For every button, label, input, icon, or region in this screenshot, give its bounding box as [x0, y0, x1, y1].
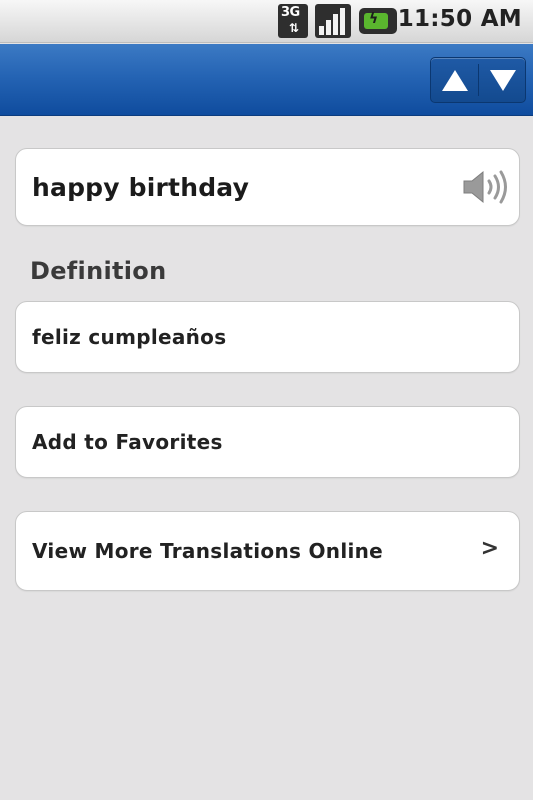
- view-more-translations-label: View More Translations Online: [32, 539, 384, 563]
- entry-navigation: [430, 57, 526, 103]
- definition-text: feliz cumpleaños: [32, 325, 227, 349]
- 3g-data-icon: 3G ⇅: [278, 4, 308, 38]
- phrase-card: happy birthday: [15, 148, 520, 226]
- network-type-label: 3G: [281, 5, 300, 20]
- add-to-favorites-button[interactable]: Add to Favorites: [15, 406, 520, 478]
- status-time: 11:50 AM: [397, 6, 522, 32]
- phrase-text: happy birthday: [32, 172, 250, 202]
- add-to-favorites-label: Add to Favorites: [32, 430, 223, 454]
- triangle-down-icon: [489, 69, 516, 91]
- chevron-right-icon: >: [480, 536, 499, 561]
- definition-card: feliz cumpleaños: [15, 301, 520, 373]
- view-more-translations-button[interactable]: View More Translations Online >: [15, 511, 520, 591]
- next-entry-button[interactable]: [479, 58, 526, 102]
- previous-entry-button[interactable]: [431, 58, 478, 102]
- battery-charging-icon: ϟ: [359, 8, 397, 34]
- data-activity-arrows: ⇅: [289, 21, 299, 35]
- speaker-icon[interactable]: [461, 169, 509, 205]
- signal-strength-icon: [315, 4, 351, 38]
- triangle-up-icon: [441, 69, 468, 91]
- title-bar: [0, 44, 533, 116]
- status-bar: 3G ⇅ ϟ 11:50 AM: [0, 0, 533, 43]
- definition-heading: Definition: [30, 257, 167, 285]
